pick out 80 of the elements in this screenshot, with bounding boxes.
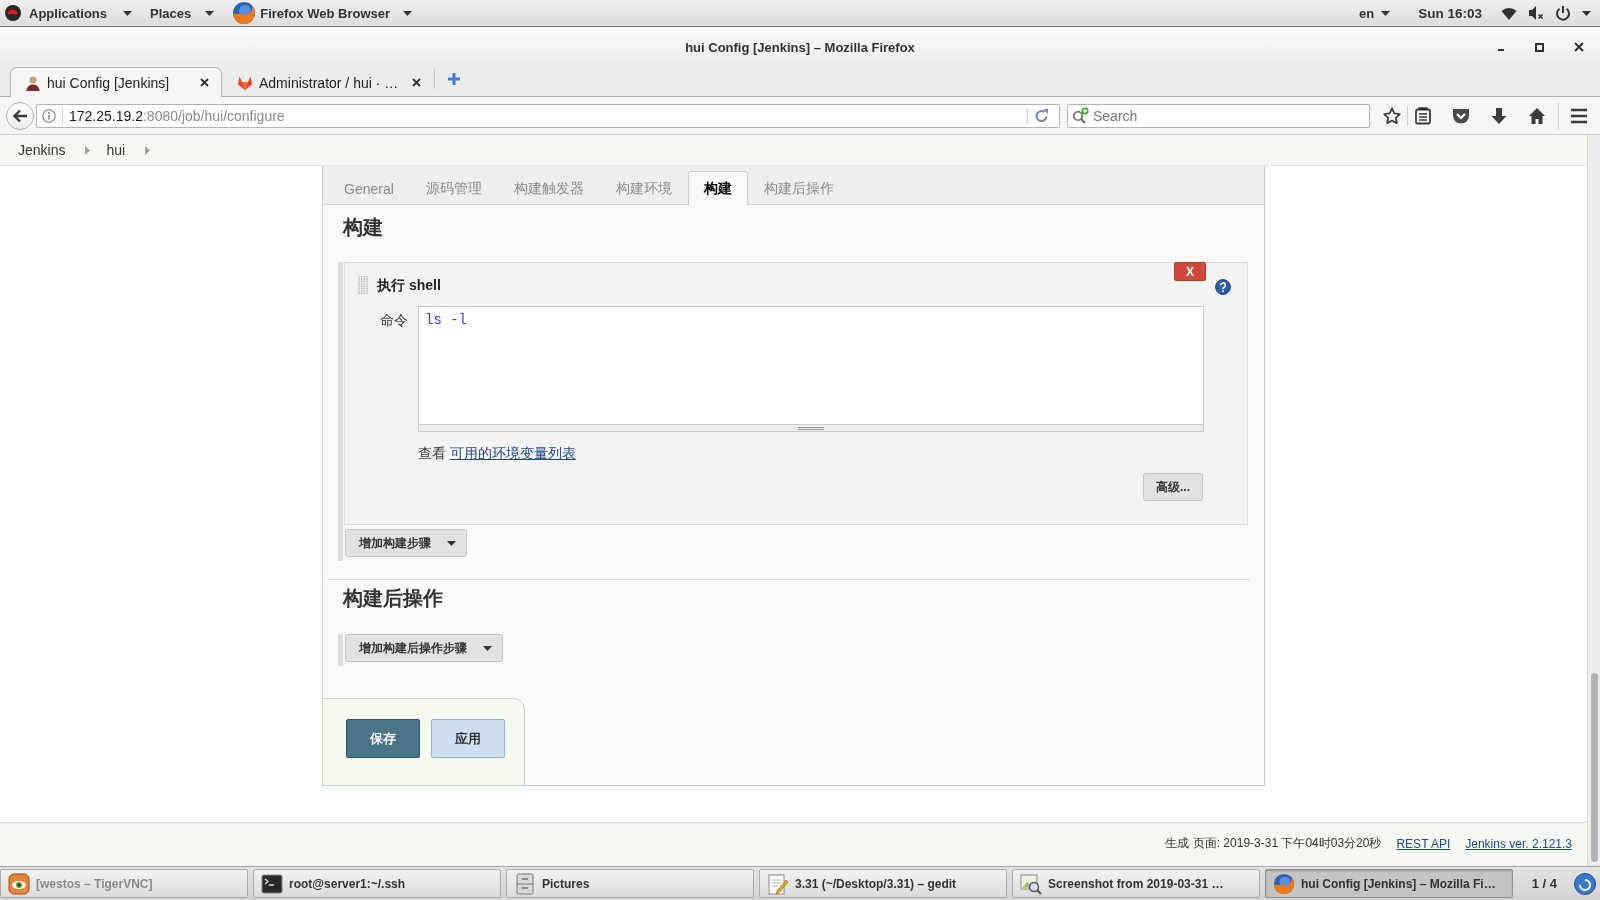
caret-icon (447, 540, 456, 546)
workspace-icon[interactable] (1574, 872, 1596, 895)
clock-text: Sun 16:03 (1418, 5, 1482, 21)
search-field[interactable]: Search (1067, 103, 1370, 128)
language-menu[interactable]: en (1359, 1, 1391, 25)
resize-handle[interactable] (419, 424, 1203, 431)
avatar-icon (25, 74, 41, 91)
breadcrumb-link[interactable]: Jenkins (18, 142, 66, 158)
taskbar-item[interactable]: 3.31 (~/Desktop/3.31) – gedit (759, 869, 1007, 898)
caret-icon (1381, 10, 1391, 16)
arrow-left-icon (12, 107, 28, 124)
scrollbar-thumb[interactable] (1590, 673, 1598, 862)
wifi-icon (1501, 6, 1517, 20)
image-magnifier-icon (1020, 872, 1042, 895)
fox-globe-icon (1273, 872, 1295, 895)
hat-icon (5, 5, 21, 21)
indent-bar (338, 634, 343, 666)
terminal-icon (261, 872, 283, 895)
browser-tab[interactable]: Administrator / hui · … (222, 67, 434, 97)
back-button[interactable] (6, 101, 34, 130)
section-title: 构建后操作 (343, 586, 443, 610)
maximize-icon[interactable] (1535, 42, 1544, 52)
home-icon[interactable] (1528, 106, 1546, 125)
advanced-button[interactable]: 高级... (1143, 473, 1203, 501)
chevron-shield-icon[interactable] (1452, 107, 1470, 124)
hint-text: 查看 可用的环境变量列表 (418, 444, 576, 462)
chevron-right-icon (145, 145, 151, 155)
speaker-muted-icon (1528, 5, 1544, 21)
caret-icon (483, 645, 492, 651)
command-field[interactable]: ls -l (418, 306, 1204, 432)
window-title: hui Config [Jenkins] – Mozilla Firefox (685, 39, 915, 55)
star-icon[interactable] (1383, 106, 1401, 125)
field-label: 命令 (379, 312, 408, 328)
chevron-right-icon (85, 145, 91, 155)
section-title: 构建 (343, 215, 383, 239)
places-menu[interactable]: Places (150, 1, 215, 25)
apply-button[interactable]: 应用 (431, 719, 505, 758)
taskbar-item[interactable]: Pictures (506, 869, 754, 898)
applications-menu[interactable]: Applications (5, 1, 132, 25)
menu-icon[interactable] (1570, 106, 1588, 125)
workspace-indicator[interactable]: 1 / 4 (1531, 876, 1557, 891)
close-icon[interactable] (200, 78, 209, 87)
drag-handle-icon[interactable] (358, 276, 368, 294)
fox-globe-icon (232, 1, 257, 25)
fox-head-icon (237, 74, 253, 91)
delete-button[interactable]: X (1174, 262, 1206, 281)
info-icon[interactable] (42, 108, 56, 123)
search-icon (1072, 106, 1089, 124)
footer-link[interactable]: Jenkins ver. 2.121.3 (1465, 836, 1572, 851)
notepad-pencil-icon (767, 872, 789, 895)
add-step-button[interactable]: 增加构建步骤 (345, 529, 467, 557)
config-tab[interactable]: 构建 (687, 171, 748, 205)
taskbar-item[interactable]: root@server1:~/.ssh (253, 869, 501, 898)
footer-link[interactable]: REST API (1396, 836, 1451, 851)
eye-tile-icon (8, 872, 30, 895)
file-cabinet-icon (514, 872, 536, 895)
caret-icon (403, 10, 412, 16)
help-icon[interactable] (1215, 279, 1231, 295)
reload-icon[interactable] (1034, 107, 1050, 124)
app-menu[interactable]: Firefox Web Browser (232, 1, 412, 25)
plus-icon[interactable] (447, 72, 461, 86)
scrollbar-track[interactable] (1587, 135, 1600, 866)
env-vars-link[interactable]: 可用的环境变量列表 (449, 445, 576, 461)
add-post-build-button[interactable]: 增加构建后操作步骤 (345, 634, 503, 662)
browser-tab[interactable]: hui Config [Jenkins] (10, 67, 222, 97)
generated-time-text: 生成 页面: 2019-3-31 下午04时03分20秒 (1165, 835, 1382, 852)
close-icon[interactable] (412, 78, 421, 87)
step-title: 执行 shell (377, 277, 441, 294)
power-icon (1555, 5, 1571, 21)
save-button[interactable]: 保存 (346, 719, 420, 758)
caret-icon (205, 10, 215, 16)
address-field[interactable]: 172.25.19.2:8080/job/hui/configure (36, 103, 1060, 128)
taskbar-item[interactable]: Screenshot from 2019-03-31 … (1012, 869, 1260, 898)
clipboard-icon[interactable] (1414, 106, 1432, 125)
caret-icon (1582, 10, 1591, 16)
close-icon[interactable] (1574, 42, 1584, 52)
breadcrumb-link[interactable]: hui (106, 142, 126, 158)
caret-icon (123, 10, 132, 16)
download-icon[interactable] (1490, 106, 1508, 125)
taskbar-item[interactable]: hui Config [Jenkins] – Mozilla Fi… (1265, 869, 1513, 898)
